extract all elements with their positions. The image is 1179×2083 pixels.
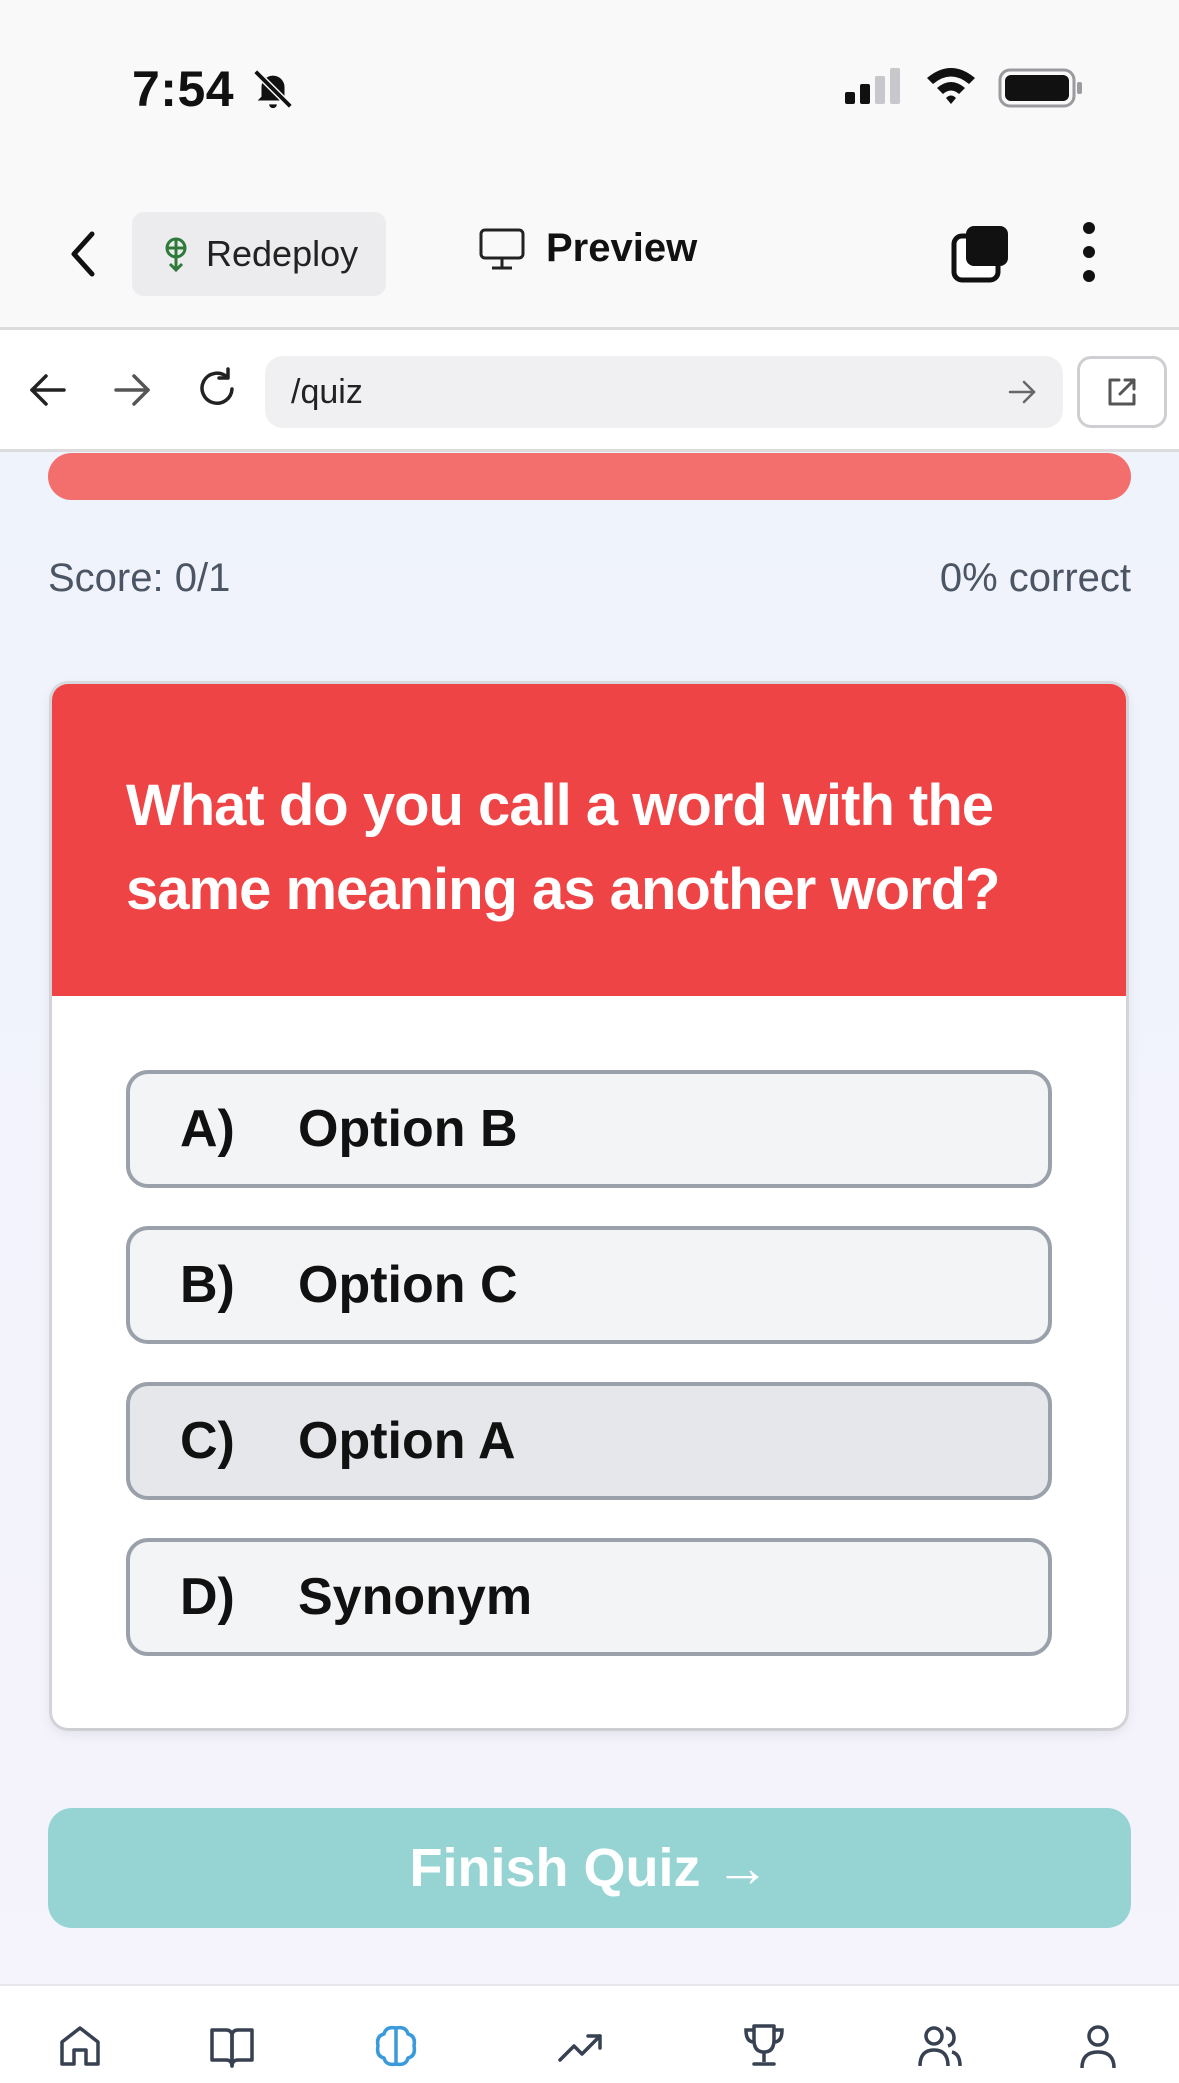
- option-text: Option A: [298, 1412, 516, 1470]
- signal-icon: [845, 68, 900, 104]
- tabs-icon[interactable]: [950, 222, 1012, 284]
- arrow-left-icon[interactable]: [28, 370, 68, 410]
- option-letter: A): [180, 1100, 235, 1158]
- arrow-right-icon[interactable]: [112, 370, 152, 410]
- option-letter: D): [180, 1568, 235, 1626]
- bell-muted-icon: [253, 69, 293, 109]
- redeploy-label: Redeploy: [206, 233, 359, 274]
- question-header: What do you call a word with the same me…: [52, 684, 1126, 996]
- quiz-page: Score: 0/1 0% correct What do you call a…: [0, 452, 1179, 1984]
- app-toolbar: Redeploy Preview: [0, 170, 1179, 330]
- status-time: 7:54: [132, 61, 235, 117]
- options-list: A) Option B B) Option C C) Option A D) S…: [52, 996, 1126, 1656]
- option-text: Option C: [298, 1256, 518, 1314]
- option-text: Synonym: [298, 1568, 533, 1626]
- preview-tab[interactable]: Preview: [478, 226, 697, 271]
- progress-bar: [48, 453, 1131, 500]
- more-options-icon[interactable]: [1078, 220, 1100, 284]
- option-letter: B): [180, 1256, 235, 1314]
- users-icon[interactable]: [916, 2022, 964, 2070]
- trophy-icon[interactable]: [740, 2022, 788, 2070]
- external-link-icon: [1108, 378, 1136, 406]
- home-icon[interactable]: [56, 2022, 104, 2070]
- monitor-icon: [479, 228, 525, 269]
- redeploy-icon: [165, 237, 187, 272]
- option-text: Option B: [298, 1100, 518, 1158]
- option-c[interactable]: C) Option A: [126, 1382, 1052, 1500]
- reload-icon[interactable]: [194, 366, 240, 412]
- go-arrow-icon[interactable]: [1007, 377, 1037, 407]
- status-bar: 7:54: [0, 0, 1179, 170]
- redeploy-button[interactable]: Redeploy: [132, 212, 386, 296]
- percent-correct: 0% correct: [939, 556, 1131, 600]
- battery-icon: [998, 68, 1082, 108]
- url-input[interactable]: /quiz: [265, 356, 1063, 428]
- question-text: What do you call a word with the same me…: [126, 773, 1000, 922]
- open-external-button[interactable]: [1077, 356, 1167, 428]
- book-icon[interactable]: [208, 2022, 256, 2070]
- preview-label: Preview: [546, 226, 698, 270]
- score-text: Score: 0/1: [48, 556, 231, 600]
- finish-quiz-label: Finish Quiz →: [409, 1838, 770, 1898]
- browser-bar: /quiz: [0, 330, 1179, 452]
- back-chevron-icon[interactable]: [66, 230, 102, 278]
- user-icon[interactable]: [1074, 2022, 1122, 2070]
- option-letter: C): [180, 1412, 235, 1470]
- brain-icon[interactable]: [372, 2022, 420, 2070]
- wifi-icon: [927, 68, 975, 104]
- question-card: What do you call a word with the same me…: [52, 684, 1126, 1728]
- url-text: /quiz: [291, 372, 363, 411]
- finish-quiz-button[interactable]: Finish Quiz →: [48, 1808, 1131, 1928]
- option-d[interactable]: D) Synonym: [126, 1538, 1052, 1656]
- option-a[interactable]: A) Option B: [126, 1070, 1052, 1188]
- trending-icon[interactable]: [556, 2022, 604, 2070]
- bottom-nav: [0, 1984, 1179, 2083]
- option-b[interactable]: B) Option C: [126, 1226, 1052, 1344]
